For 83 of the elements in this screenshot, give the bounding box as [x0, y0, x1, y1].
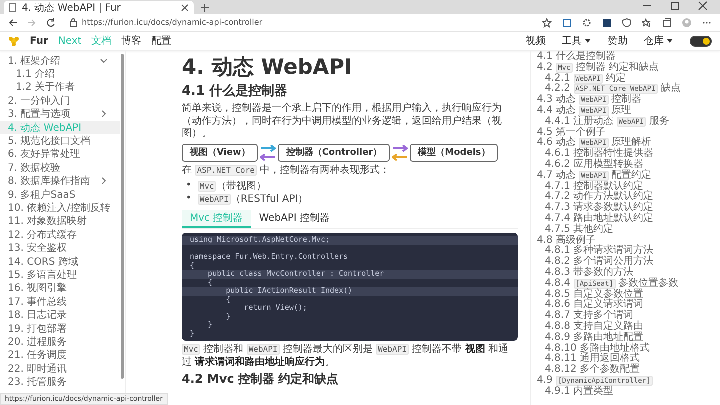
nav-link[interactable]: 配置 — [152, 34, 172, 48]
sidebar-item[interactable]: 13. 安全鉴权 — [0, 241, 120, 255]
bullet-marker: • — [186, 180, 192, 191]
sidebar-item[interactable]: 9. 多租户SaaS — [0, 188, 120, 202]
maximize-icon[interactable] — [670, 1, 680, 11]
toc-link[interactable]: 4.9.1 内置类型 — [537, 386, 720, 398]
shield-icon[interactable] — [622, 18, 632, 28]
sidebar-item[interactable]: 2. 一分钟入门 — [0, 94, 120, 108]
logo-icon — [8, 35, 20, 47]
toc-link[interactable]: 4.7.3 请求参数默认约定 — [537, 203, 720, 214]
refresh-icon[interactable] — [46, 18, 56, 28]
sidebar-item[interactable]: 19. 打包部署 — [0, 322, 120, 336]
sidebar-item[interactable]: 12. 分布式缓存 — [0, 228, 120, 242]
nav-link[interactable]: 博客 — [122, 34, 142, 48]
toc-link[interactable]: 4.8.2 多个谓词公用方法 — [537, 257, 720, 268]
extension-icon[interactable] — [562, 18, 572, 28]
forms-sentence: 在 ASP.NET Core 中，控制器有两种表现形式： — [182, 164, 392, 177]
sidebar-item[interactable]: 6. 友好异常处理 — [0, 148, 120, 162]
chevron-down-icon — [100, 56, 108, 65]
bullet-text: WebAPI （RESTful API） — [198, 192, 308, 206]
theme-toggle[interactable] — [690, 36, 712, 46]
browser-tab[interactable]: 4. 动态 WebAPI | Fur — [4, 1, 194, 14]
sidebar-item[interactable]: 23. 托管服务 — [0, 375, 120, 389]
sidebar-item[interactable]: 1. 框架介绍 — [0, 54, 120, 68]
sidebar-item[interactable]: 10. 依赖注入/控制反转 — [0, 201, 120, 215]
sidebar-item[interactable]: 15. 多语言处理 — [0, 268, 120, 282]
caret-icon — [666, 37, 674, 45]
star-icon[interactable] — [542, 18, 552, 28]
nav-link[interactable]: 视频 — [526, 34, 546, 48]
sidebar-item[interactable]: 16. 视图引擎 — [0, 282, 120, 296]
sidebar-item[interactable]: 21. 任务调度 — [0, 348, 120, 362]
toc-link[interactable]: 4.8.6 自定义请求谓词 — [537, 300, 720, 312]
toc-link[interactable]: 4.1 什么是控制器 — [537, 52, 720, 63]
sidebar-item[interactable]: 22. 即时通讯 — [0, 362, 120, 376]
chevron-right-icon — [100, 110, 108, 118]
scrollbar-thumb[interactable] — [121, 54, 124, 379]
nav-dropdown[interactable]: 工具 — [562, 34, 592, 48]
favorites-icon[interactable] — [642, 18, 652, 28]
sidebar-item[interactable]: 5. 规范化接口文档 — [0, 134, 120, 148]
diagram-node: 控制器（Controller） — [278, 144, 390, 162]
lock-icon — [69, 18, 78, 27]
site-name[interactable]: Fur — [30, 36, 48, 46]
code-tab[interactable]: WebAPI 控制器 — [251, 210, 338, 228]
toc-link[interactable]: 4.8.11 通用返回格式 — [537, 354, 720, 366]
nav-link[interactable]: 赞助 — [608, 34, 628, 48]
sidebar-item[interactable]: 20. 进程服务 — [0, 335, 120, 349]
intro-paragraph: 简单来说，控制器是一个承上启下的作用，根据用户输入，执行响应行为（动作方法），同时在行为中调用模型的业务逻辑，返回给用户结果（视图）。 — [182, 103, 503, 140]
section-heading: 4.2 Mvc 控制器 约定和缺点 — [182, 372, 340, 386]
toc-link[interactable]: 4.7.5 其他约定 — [537, 224, 720, 236]
sidebar-item[interactable]: 18. 日志记录 — [0, 308, 120, 322]
summary-paragraph: Mvc 控制器和 WebAPI 控制器最大的区别是 WebAPI 控制器不带 视图 和通过 请求谓词和路由地址响应行为。 — [182, 344, 510, 369]
close-icon[interactable] — [180, 2, 190, 12]
back-icon[interactable] — [8, 18, 18, 28]
sidebar-item[interactable]: 1.1 介绍 — [0, 67, 120, 81]
diagram-node: 视图（View） — [182, 144, 258, 162]
section-title: 4.1 什么是控制器 — [182, 84, 289, 100]
sidebar-item[interactable]: 3. 配置与选项 — [0, 108, 120, 121]
sidebar-item[interactable]: 17. 事件总线 — [0, 295, 120, 308]
bullet-text: Mvc （带视图） — [198, 180, 266, 192]
page-icon — [8, 2, 18, 12]
toc-link[interactable]: 4.8.9 多路由地址配置 — [537, 332, 720, 344]
sidebar-item[interactable]: 1.2 关于作者 — [0, 80, 120, 94]
plus-icon[interactable] — [200, 3, 210, 13]
toc-link[interactable]: 4.6.2 应用模型转换器 — [537, 160, 720, 171]
bullet-marker: • — [186, 193, 192, 204]
sidebar-item[interactable]: 8. 数据库操作指南 — [0, 174, 120, 188]
toc-link[interactable]: 4.8.3 带参数的方法 — [537, 268, 720, 279]
sidebar-item[interactable]: 7. 数据校验 — [0, 161, 120, 175]
diagram-node: 模型（Models） — [410, 144, 498, 162]
chevron-right-icon — [100, 177, 108, 186]
toc-link[interactable]: 4.8.8 支持自定义路由 — [537, 322, 720, 333]
toc-link[interactable]: 4.8.12 多个参数配置 — [537, 365, 720, 376]
close-icon[interactable] — [698, 1, 708, 11]
sidebar-item[interactable]: 11. 对象数据映射 — [0, 214, 120, 228]
square-icon[interactable] — [602, 18, 612, 28]
toc-link[interactable]: 4.7.4 路由地址默认约定 — [537, 214, 720, 225]
sidebar-item[interactable]: 14. CORS 跨域 — [0, 254, 120, 268]
toc-link[interactable]: 4.8.7 支持多个谓词 — [537, 311, 720, 322]
page-title: 4. 动态 WebAPI — [182, 55, 354, 79]
collections-icon[interactable] — [662, 18, 672, 28]
caret-icon — [584, 37, 592, 45]
nav-dropdown[interactable]: 仓库 — [644, 34, 674, 48]
toc-link[interactable]: 4.6.1 控制器特性提供器 — [537, 149, 720, 160]
